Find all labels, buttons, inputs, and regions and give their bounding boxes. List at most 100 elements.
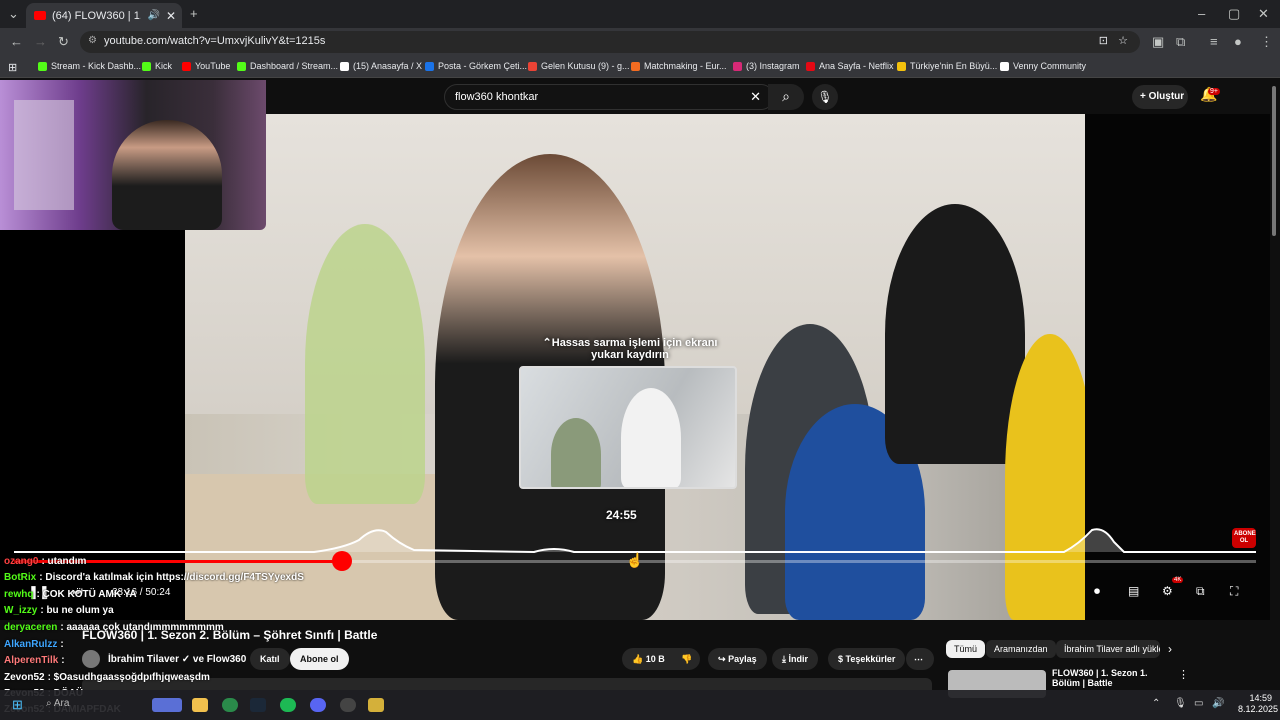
bookmark-favicon-icon — [1000, 61, 1009, 71]
new-tab-icon[interactable]: + — [190, 6, 198, 21]
chip-from-search[interactable]: Aramanızdan — [986, 640, 1056, 658]
thanks-label: Teşekkürler — [845, 654, 896, 664]
related-menu-icon[interactable]: ⋮ — [1178, 668, 1189, 681]
chat-username: rewhq — [4, 589, 34, 600]
chat-text: : $Oasudhgaasşoğdpıfhjqweaşdm — [47, 672, 210, 683]
widgets-icon[interactable] — [152, 698, 182, 712]
menu-kebab-icon[interactable]: ⋮ — [1260, 34, 1273, 50]
network-icon[interactable]: ▭ — [1194, 698, 1203, 709]
bookmark-item[interactable]: Ana Sayfa - Netflix — [806, 61, 894, 71]
subscribe-button[interactable]: Abone ol — [290, 648, 349, 670]
tray-expand-icon[interactable]: ⌃ — [1152, 698, 1160, 709]
page-scrollbar[interactable] — [1272, 86, 1276, 236]
search-input[interactable]: flow360 khontkar ✕ — [444, 84, 774, 110]
bookmark-item[interactable]: (15) Anasayfa / X — [340, 61, 422, 71]
bookmark-item[interactable]: Türkiye'nin En Büyü... — [897, 61, 997, 71]
maximize-icon[interactable]: ▢ — [1228, 6, 1240, 22]
clock-date: 8.12.2025 — [1238, 704, 1279, 714]
like-button[interactable]: 👍 10 B 👎 — [622, 648, 700, 670]
install-icon[interactable]: ⊡ — [1099, 34, 1108, 47]
chrome-icon[interactable] — [222, 698, 238, 712]
volume-icon[interactable]: 🔊 — [1212, 698, 1224, 709]
download-icon: ⤓ — [782, 654, 786, 664]
bookmark-favicon-icon — [142, 61, 151, 71]
bookmark-label: Türkiye'nin En Büyü... — [910, 61, 998, 71]
chip-all[interactable]: Tümü — [946, 640, 986, 658]
channel-avatar[interactable] — [82, 650, 100, 668]
bookmark-star-icon[interactable]: ☆ — [1118, 34, 1128, 47]
chip-channel-uploads[interactable]: İbrahim Tilaver adlı yükle — [1056, 640, 1160, 658]
join-button[interactable]: Katıl — [250, 648, 290, 670]
download-button[interactable]: ⤓ İndir — [772, 648, 818, 670]
mic-tray-icon[interactable]: 🎙 — [1174, 698, 1187, 709]
address-bar-row: ← → ↻ ⚙ youtube.com/watch?v=UmxvjKulivY&… — [0, 28, 1280, 56]
thumbs-up-icon: 👍 — [632, 654, 644, 664]
like-count: 10 B — [645, 654, 665, 664]
share-button[interactable]: ↪ Paylaş — [708, 648, 767, 670]
close-window-icon[interactable]: ✕ — [1258, 6, 1269, 22]
progress-scrubber-handle[interactable] — [332, 551, 352, 571]
bookmark-favicon-icon — [237, 61, 246, 71]
chat-username: AlperenTilk — [4, 655, 59, 666]
url-field[interactable]: ⚙ youtube.com/watch?v=UmxvjKulivY&t=1215… — [80, 31, 1140, 53]
site-info-icon[interactable]: ⚙ — [88, 35, 97, 46]
taskbar-search[interactable]: ⌕ Ara — [46, 698, 69, 709]
chips-next-icon[interactable]: › — [1168, 642, 1172, 656]
taskbar-search-label: Ara — [53, 698, 70, 709]
obs-icon[interactable] — [340, 698, 356, 712]
chat-username: BotRix — [4, 572, 37, 583]
subtitles-icon[interactable]: ▤ — [1128, 584, 1139, 598]
bookmark-label: Venny Community — [1013, 61, 1087, 71]
chat-message: AlkanRulzz: — [4, 639, 64, 650]
related-title[interactable]: FLOW360 | 1. Sezon 1. Bölüm | Battle — [1052, 668, 1172, 688]
close-tab-icon[interactable]: ✕ — [166, 9, 176, 23]
discord-icon[interactable] — [310, 698, 326, 712]
minimize-icon[interactable]: – — [1198, 6, 1205, 21]
back-icon[interactable]: ← — [10, 34, 23, 49]
subscribe-watermark[interactable]: ABONE OL — [1232, 528, 1256, 548]
bookmark-item[interactable]: YouTube — [182, 61, 230, 71]
bookmark-item[interactable]: Venny Community — [1000, 61, 1086, 71]
app-icon[interactable] — [368, 698, 384, 712]
fullscreen-icon[interactable]: ⛶ — [1230, 584, 1238, 599]
clear-search-icon[interactable]: ✕ — [750, 89, 761, 105]
apps-grid-icon[interactable]: ⊞ — [8, 61, 17, 74]
autoplay-toggle-icon[interactable]: ⏺ — [1094, 584, 1100, 599]
settings-gear-icon[interactable]: ⚙ — [1162, 584, 1173, 598]
profile-icon[interactable]: ● — [1234, 34, 1242, 49]
bookmark-item[interactable]: (3) Instagram — [733, 61, 800, 71]
chat-username: deryaceren — [4, 622, 58, 633]
forward-icon[interactable]: → — [34, 34, 47, 49]
thanks-button[interactable]: $ Teşekkürler — [828, 648, 906, 670]
reading-list-icon[interactable]: ≡ — [1210, 34, 1218, 49]
file-explorer-icon[interactable] — [192, 698, 208, 712]
more-actions-icon[interactable]: ⋯ — [906, 648, 934, 670]
bookmark-item[interactable]: Kick — [142, 61, 172, 71]
steam-icon[interactable] — [250, 698, 266, 712]
bookmark-item[interactable]: Gelen Kutusu (9) - g... — [528, 61, 630, 71]
puzzle-icon[interactable]: ⧉ — [1176, 34, 1185, 50]
taskbar-clock[interactable]: 14:59 8.12.2025 — [1238, 693, 1279, 715]
bookmark-item[interactable]: Stream - Kick Dashb... — [38, 61, 141, 71]
speaker-icon[interactable]: 🔊 — [147, 10, 159, 21]
bookmark-label: (3) Instagram — [746, 61, 800, 71]
tab-youtube[interactable]: (64) FLOW360 | 1. Sezon 2. B 🔊 ✕ — [26, 3, 182, 28]
bookmark-favicon-icon — [528, 61, 537, 71]
bookmark-item[interactable]: Posta - Görkem Çeti... — [425, 61, 527, 71]
extension-icon[interactable]: ▣ — [1152, 34, 1164, 50]
voice-search-icon[interactable]: 🎙 — [812, 84, 838, 110]
spotify-icon[interactable] — [280, 698, 296, 712]
bookmark-item[interactable]: Dashboard / Stream... — [237, 61, 338, 71]
channel-name[interactable]: İbrahim Tilaver ✓ ve Flow360 — [108, 654, 246, 665]
bookmark-item[interactable]: Matchmaking - Eur... — [631, 61, 727, 71]
tab-list-icon[interactable]: ⌄ — [8, 6, 19, 22]
reload-icon[interactable]: ↻ — [58, 34, 69, 50]
windows-start-icon[interactable]: ⊞ — [12, 697, 23, 713]
bookmark-label: YouTube — [195, 61, 231, 71]
bookmark-favicon-icon — [897, 61, 906, 71]
search-button[interactable]: ⌕ — [768, 84, 804, 110]
create-button[interactable]: + Oluştur — [1132, 85, 1188, 109]
miniplayer-icon[interactable]: ⧉ — [1196, 584, 1205, 599]
thumbs-down-icon[interactable]: 👎 — [681, 654, 692, 664]
streamer-webcam-overlay — [0, 80, 266, 230]
